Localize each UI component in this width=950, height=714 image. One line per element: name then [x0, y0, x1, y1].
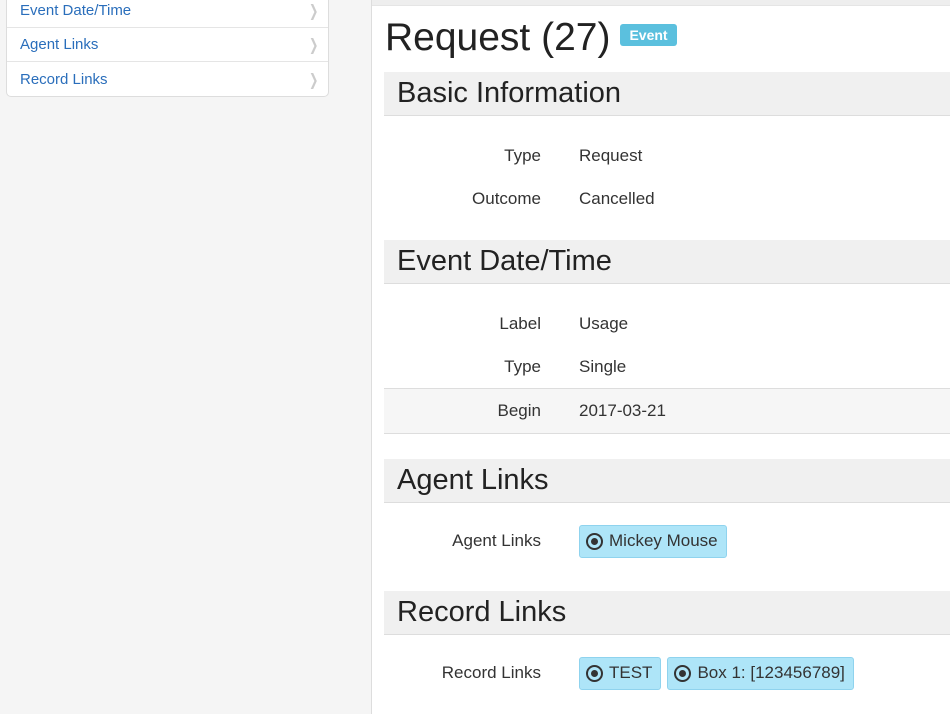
field-label: Type [504, 145, 541, 165]
field-label: Record Links [441, 663, 541, 682]
section-record-links: Record Links [384, 591, 950, 635]
field-label: Begin [497, 401, 541, 420]
field-label: Outcome [472, 188, 541, 208]
agent-link-token[interactable]: Mickey Mouse [579, 524, 727, 558]
chevron-right-icon: ❯ [308, 1, 318, 20]
section-event-date-time: Event Date/Time [384, 240, 950, 284]
field-value: Usage [579, 313, 629, 333]
record-panel: Request (27) Event Basic Information Typ… [371, 0, 950, 714]
sidebar-item-event-date-time[interactable]: Event Date/Time ❯ [7, 0, 328, 28]
chevron-right-icon: ❯ [308, 35, 318, 54]
field-value: Single [579, 356, 627, 376]
token-label: Mickey Mouse [609, 530, 718, 550]
field-row-agent-links: Agent Links Mickey Mouse [384, 520, 950, 562]
field-label: Agent Links [452, 531, 541, 550]
field-row-date-type: Type Single [384, 345, 950, 388]
page-title: Request (27) [385, 16, 611, 59]
field-row-type: Type Request [384, 134, 950, 177]
record-link-token[interactable]: TEST [579, 656, 662, 690]
sidebar-item-label: Event Date/Time [20, 2, 132, 19]
record-type-badge: Event [620, 24, 677, 46]
field-row-begin: Begin 2017-03-21 [384, 388, 950, 434]
field-value: Mickey Mouse [579, 524, 733, 558]
token-label: TEST [609, 662, 653, 682]
field-value: 2017-03-21 [579, 401, 666, 420]
title-row: Request (27) Event [372, 6, 950, 72]
sidebar-nav: Event Date/Time ❯ Agent Links ❯ Record L… [6, 0, 329, 97]
radio-target-icon [586, 533, 603, 550]
section-agent-links: Agent Links [384, 459, 950, 503]
record-link-token[interactable]: Box 1: [123456789] [667, 656, 854, 690]
section-basic-information: Basic Information [384, 72, 950, 116]
field-label: Label [499, 313, 541, 333]
sidebar-item-agent-links[interactable]: Agent Links ❯ [7, 28, 328, 62]
radio-target-icon [674, 665, 692, 682]
field-row-record-links: Record Links TEST Box 1: [123456789] [384, 652, 950, 694]
token-label: Box 1: [123456789] [697, 662, 845, 682]
field-value: Request [579, 145, 643, 165]
field-label: Type [504, 356, 541, 376]
field-row-label: Label Usage [384, 302, 950, 345]
sidebar-item-label: Agent Links [20, 36, 99, 53]
field-value: TEST Box 1: [123456789] [579, 656, 860, 690]
sidebar-item-label: Record Links [20, 70, 108, 88]
field-row-outcome: Outcome Cancelled [384, 177, 950, 220]
sidebar-item-record-links[interactable]: Record Links ❯ [7, 62, 328, 96]
field-value: Cancelled [579, 188, 655, 208]
radio-target-icon [586, 665, 603, 682]
chevron-right-icon: ❯ [308, 69, 318, 89]
